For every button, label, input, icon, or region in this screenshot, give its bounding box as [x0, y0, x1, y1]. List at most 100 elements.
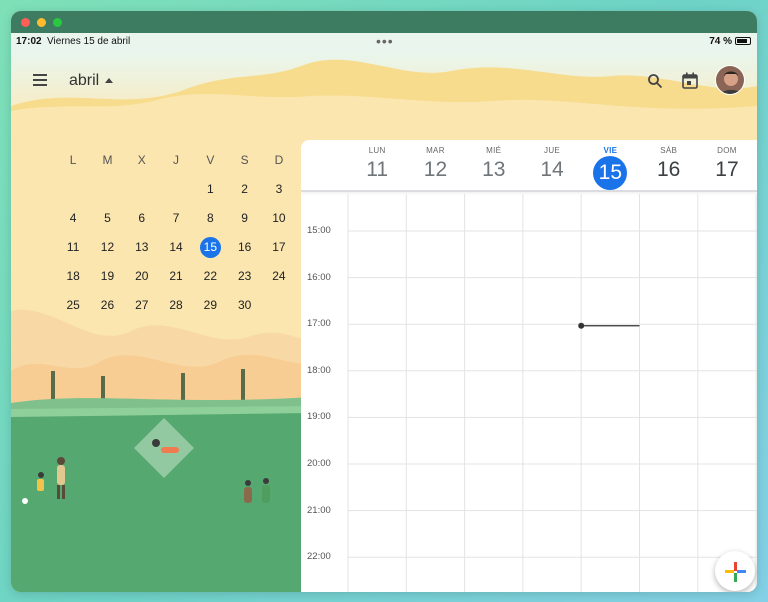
mini-calendar-day[interactable]: 19	[90, 262, 124, 291]
minimize-window-button[interactable]	[37, 17, 46, 27]
search-icon[interactable]	[647, 73, 663, 89]
battery-icon	[735, 37, 751, 45]
mini-calendar-day[interactable]: 5	[90, 204, 124, 233]
mini-calendar-day[interactable]: 21	[159, 262, 193, 291]
calendar-today-icon[interactable]	[682, 72, 698, 89]
mini-calendar-day[interactable]: 29	[193, 291, 227, 320]
mini-calendar-day[interactable]: 6	[125, 204, 159, 233]
day-name: MIÉ	[486, 146, 502, 155]
mini-calendar-day[interactable]: 1	[193, 175, 227, 204]
title-bar	[11, 11, 757, 33]
day-header-lun[interactable]: LUN 11	[348, 140, 406, 190]
day-name: JUE	[544, 146, 561, 155]
time-label: 21:00	[307, 504, 331, 516]
mini-calendar-day[interactable]: 27	[125, 291, 159, 320]
mini-calendar-day[interactable]: 24	[262, 262, 296, 291]
create-event-button[interactable]	[715, 551, 755, 591]
time-label: 16:00	[307, 271, 331, 283]
day-number: 16	[656, 158, 681, 181]
mini-calendar-week: 123	[56, 175, 301, 204]
time-label: 17:00	[307, 318, 331, 330]
day-number: 13	[482, 158, 506, 181]
mini-calendar-week: 18 19 20 21 22 23 24	[56, 262, 301, 291]
day-header-dom[interactable]: DOM 17	[698, 140, 756, 190]
mini-calendar-day[interactable]: 14	[159, 233, 193, 262]
mini-calendar-day[interactable]: 23	[227, 262, 261, 291]
maximize-window-button[interactable]	[53, 17, 62, 27]
app-window: 17:02 Viernes 15 de abril ••• 74 % abril…	[11, 11, 757, 592]
day-name: SÁB	[660, 146, 678, 155]
day-header-sáb[interactable]: SÁB 16	[640, 140, 698, 190]
mini-calendar-day[interactable]: 26	[90, 291, 124, 320]
day-name: MAR	[426, 146, 445, 155]
mini-calendar-day[interactable]: 10	[262, 204, 296, 233]
mini-calendar-day[interactable]: 8	[193, 204, 227, 233]
multitasking-dots-icon[interactable]: •••	[376, 33, 394, 49]
day-number: 14	[540, 158, 564, 181]
month-label: abril	[69, 72, 100, 89]
app-header: abril	[11, 51, 757, 111]
time-label: 18:00	[307, 364, 331, 376]
mini-calendar-week: 4 5 6 7 8 9 10	[56, 204, 301, 233]
day-name: VIE	[603, 146, 618, 155]
weekday-label: V	[206, 153, 215, 167]
weekday-label: D	[274, 153, 284, 167]
day-number: 11	[366, 158, 389, 181]
mini-calendar-day[interactable]: 20	[125, 262, 159, 291]
day-name: DOM	[717, 146, 737, 155]
mini-calendar-empty	[262, 291, 296, 320]
close-window-button[interactable]	[21, 17, 30, 27]
mini-calendar-day[interactable]: 9	[227, 204, 261, 233]
status-bar: 17:02 Viernes 15 de abril ••• 74 %	[11, 33, 757, 51]
mini-calendar-day[interactable]: 13	[125, 233, 159, 262]
mini-calendar-day[interactable]: 11	[56, 233, 90, 262]
mini-calendar-day[interactable]: 2	[227, 175, 261, 204]
day-header-mié[interactable]: MIÉ 13	[465, 140, 523, 190]
mini-calendar-day[interactable]: 28	[159, 291, 193, 320]
day-header-jue[interactable]: JUE 14	[523, 140, 581, 190]
avatar[interactable]	[715, 65, 745, 95]
status-date: Viernes 15 de abril	[47, 36, 131, 47]
day-number: 15	[593, 156, 628, 190]
weekday-label: M	[102, 153, 113, 167]
mini-calendar-empty	[90, 175, 124, 204]
mini-calendar-day[interactable]: 25	[56, 291, 90, 320]
day-header-vie[interactable]: VIE 15	[581, 140, 639, 190]
mini-calendar-day[interactable]: 22	[193, 262, 227, 291]
mini-calendar-week: 11 12 13 14 15 16 17	[56, 233, 301, 262]
battery-percent: 74 %	[709, 36, 732, 47]
time-grid-lines	[347, 194, 757, 592]
week-view: LUN 11 MAR 12 MIÉ 13 JUE 14 VIE 15 SÁB 16 DOM 17 15:0…	[301, 140, 757, 592]
day-number: 17	[715, 158, 739, 181]
time-grid[interactable]: 15:00 16:00 17:00 18:00 19:00 20:00 21:00 22:00	[301, 194, 757, 592]
mini-calendar-day[interactable]: 17	[262, 233, 296, 262]
time-label: 19:00	[307, 411, 331, 423]
weekday-label: X	[137, 153, 146, 167]
mini-calendar-week: 25 26 27 28 29 30	[56, 291, 301, 320]
plus-icon	[725, 562, 746, 582]
time-label: 20:00	[307, 458, 331, 469]
mini-calendar: L M X J V S D 1 2 3 4 5 6 7 8 9 10 11 12 13 14 15 16 17 1…	[56, 146, 301, 320]
mini-calendar-day[interactable]: 12	[90, 233, 124, 262]
weekday-label: L	[69, 153, 77, 167]
mini-calendar-day[interactable]: 3	[262, 175, 296, 204]
day-name: LUN	[368, 146, 386, 155]
mini-calendar-day[interactable]: 15	[193, 233, 227, 262]
day-number: 12	[423, 158, 448, 181]
mini-calendar-weekdays: L M X J V S D	[56, 146, 301, 175]
mini-calendar-day[interactable]: 18	[56, 262, 90, 291]
day-header-mar[interactable]: MAR 12	[406, 140, 464, 190]
weekday-label: J	[173, 153, 180, 167]
mini-calendar-empty	[56, 175, 90, 204]
week-header: LUN 11 MAR 12 MIÉ 13 JUE 14 VIE 15 SÁB 16 DOM 17	[301, 140, 757, 192]
status-time: 17:02	[16, 36, 42, 47]
mini-calendar-day[interactable]: 7	[159, 204, 193, 233]
mini-calendar-empty	[125, 175, 159, 204]
mini-calendar-day[interactable]: 16	[227, 233, 261, 262]
month-selector[interactable]: abril	[69, 72, 114, 90]
mini-calendar-day[interactable]: 4	[56, 204, 90, 233]
mini-calendar-grid: 1 2 3 4 5 6 7 8 9 10 11 12 13 14 15 16 17 18 19 20 21 22 23 24 2…	[56, 175, 301, 320]
mini-calendar-day[interactable]: 30	[227, 291, 261, 320]
mini-calendar-empty	[159, 175, 193, 204]
menu-icon[interactable]	[33, 74, 47, 86]
